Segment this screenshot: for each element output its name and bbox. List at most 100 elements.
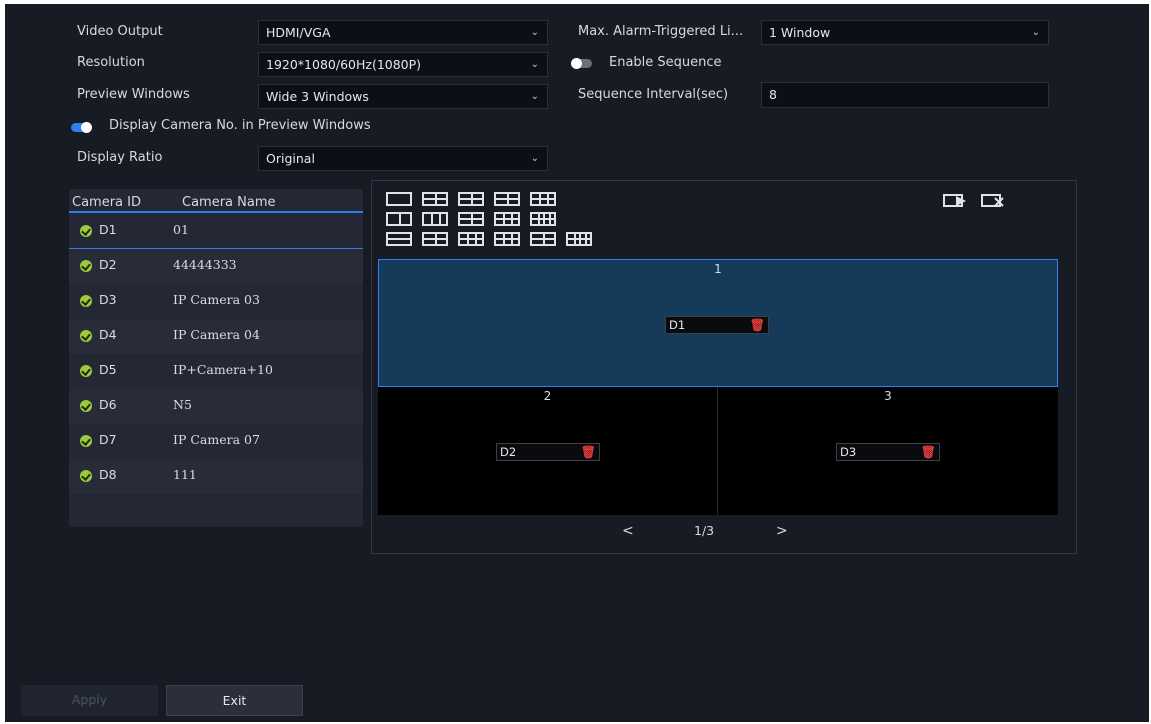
camera-tag-id: D2 bbox=[500, 445, 517, 459]
camera-row[interactable]: D8 111 bbox=[69, 459, 363, 494]
layout-wide-3-icon[interactable] bbox=[458, 232, 484, 246]
check-icon bbox=[80, 470, 92, 482]
check-icon bbox=[80, 295, 92, 307]
layout-divider bbox=[585, 234, 587, 244]
trash-icon[interactable]: 🗑 bbox=[581, 445, 596, 459]
camera-id: D4 bbox=[99, 327, 117, 342]
enable-sequence-label: Enable Sequence bbox=[609, 55, 722, 70]
prev-page-button[interactable]: < bbox=[622, 523, 634, 539]
camera-tag: D3 🗑 bbox=[836, 443, 940, 461]
check-icon bbox=[80, 400, 92, 412]
layout-5-icon[interactable] bbox=[458, 212, 484, 226]
layout-4-icon[interactable] bbox=[422, 192, 448, 206]
trash-icon[interactable]: 🗑 bbox=[921, 445, 936, 459]
layout-divider bbox=[503, 214, 505, 224]
layout-3-icon[interactable] bbox=[422, 212, 448, 226]
layout-wide-1-icon[interactable] bbox=[386, 232, 412, 246]
camera-name: IP Camera 03 bbox=[173, 292, 260, 307]
layout-wide-6-icon[interactable] bbox=[530, 232, 556, 246]
layout-wide-4-icon[interactable] bbox=[494, 232, 520, 246]
trash-icon[interactable]: 🗑 bbox=[750, 318, 765, 332]
layout-2-icon[interactable] bbox=[386, 212, 412, 226]
display-ratio-select[interactable]: Original ⌄ bbox=[258, 146, 548, 171]
settings-panel: Video Output HDMI/VGA ⌄ Resolution 1920*… bbox=[5, 4, 1149, 722]
layout-divider bbox=[539, 194, 541, 204]
preview-windows-select[interactable]: Wide 3 Windows ⌄ bbox=[258, 84, 548, 109]
enable-sequence-toggle[interactable] bbox=[571, 58, 592, 69]
layout-divider bbox=[507, 194, 509, 204]
preview-windows-value: Wide 3 Windows bbox=[266, 89, 369, 104]
layout-divider bbox=[511, 234, 513, 244]
preview-window-3[interactable]: 3 D3 🗑 bbox=[718, 387, 1058, 515]
camera-row[interactable]: D4 IP Camera 04 bbox=[69, 319, 363, 354]
layout-divider bbox=[503, 234, 505, 244]
layout-divider bbox=[439, 214, 441, 224]
camera-row[interactable]: D1 01 bbox=[69, 214, 363, 250]
camera-tag: D1 🗑 bbox=[665, 316, 769, 334]
camera-id: D2 bbox=[99, 257, 117, 272]
layout-1-icon[interactable] bbox=[386, 192, 412, 206]
layout-divider bbox=[475, 234, 477, 244]
layout-divider bbox=[496, 238, 518, 240]
layout-divider bbox=[549, 214, 551, 224]
next-page-button[interactable]: > bbox=[776, 523, 788, 539]
apply-button[interactable]: Apply bbox=[21, 685, 158, 716]
camera-row[interactable]: D2 44444333 bbox=[69, 249, 363, 284]
camera-row[interactable]: D7 IP Camera 07 bbox=[69, 424, 363, 459]
sequence-interval-value: 8 bbox=[769, 87, 777, 102]
camera-id: D6 bbox=[99, 397, 117, 412]
sequence-interval-label: Sequence Interval(sec) bbox=[578, 87, 729, 102]
layout-9-icon[interactable] bbox=[530, 192, 556, 206]
layout-8-icon[interactable] bbox=[494, 192, 520, 206]
camera-id: D1 bbox=[99, 222, 117, 237]
camera-id: D7 bbox=[99, 432, 117, 447]
chevron-down-icon: ⌄ bbox=[1031, 27, 1040, 38]
camera-name: 01 bbox=[173, 222, 189, 237]
chevron-down-icon: ⌄ bbox=[530, 59, 539, 70]
max-alarm-select[interactable]: 1 Window ⌄ bbox=[761, 20, 1049, 45]
camera-tag-id: D1 bbox=[669, 318, 686, 332]
layout-divider bbox=[538, 214, 540, 224]
window-number: 1 bbox=[714, 262, 722, 276]
display-ratio-label: Display Ratio bbox=[77, 150, 163, 165]
layout-16-icon[interactable] bbox=[530, 212, 556, 226]
sequence-interval-input[interactable]: 8 bbox=[761, 82, 1049, 108]
check-icon bbox=[80, 365, 92, 377]
layout-divider bbox=[399, 214, 401, 224]
camera-name: IP+Camera+10 bbox=[173, 362, 273, 377]
layout-divider bbox=[471, 214, 473, 224]
layout-7-icon[interactable] bbox=[494, 212, 520, 226]
layout-wide-8-icon[interactable] bbox=[566, 232, 592, 246]
layout-wide-2-icon[interactable] bbox=[422, 232, 448, 246]
preview-window-2[interactable]: 2 D2 🗑 bbox=[378, 387, 718, 515]
preview-windows-label: Preview Windows bbox=[77, 87, 190, 102]
window-number: 3 bbox=[884, 389, 892, 403]
display-ratio-value: Original bbox=[266, 151, 315, 166]
resolution-value: 1920*1080/60Hz(1080P) bbox=[266, 57, 422, 72]
stop-sequence-icon[interactable] bbox=[980, 191, 1010, 211]
start-sequence-icon[interactable] bbox=[942, 191, 972, 211]
check-icon bbox=[80, 225, 92, 237]
window-number: 2 bbox=[543, 389, 552, 403]
camera-row[interactable]: D5 IP+Camera+10 bbox=[69, 354, 363, 389]
camera-name: 44444333 bbox=[173, 257, 237, 272]
layout-6-icon[interactable] bbox=[458, 192, 484, 206]
camera-table: Camera ID Camera Name D1 01 D2 44444333 D3 IP… bbox=[69, 189, 363, 527]
exit-button[interactable]: Exit bbox=[166, 685, 303, 716]
layout-divider bbox=[543, 214, 545, 224]
preview-window-1[interactable]: 1 D1 🗑 bbox=[378, 259, 1058, 387]
camera-row[interactable]: D6 N5 bbox=[69, 389, 363, 424]
video-output-select[interactable]: HDMI/VGA ⌄ bbox=[258, 20, 548, 45]
check-icon bbox=[80, 260, 92, 272]
resolution-label: Resolution bbox=[77, 55, 145, 70]
camera-row[interactable]: D3 IP Camera 03 bbox=[69, 284, 363, 319]
layout-divider bbox=[496, 218, 518, 220]
resolution-select[interactable]: 1920*1080/60Hz(1080P) ⌄ bbox=[258, 52, 548, 77]
video-output-value: HDMI/VGA bbox=[266, 25, 331, 40]
layout-divider bbox=[547, 194, 549, 204]
toggle-knob bbox=[571, 58, 582, 69]
camera-id-header: Camera ID bbox=[72, 195, 141, 210]
display-camera-no-toggle[interactable] bbox=[71, 122, 92, 133]
camera-tag-id: D3 bbox=[840, 445, 857, 459]
layout-divider bbox=[460, 238, 482, 240]
